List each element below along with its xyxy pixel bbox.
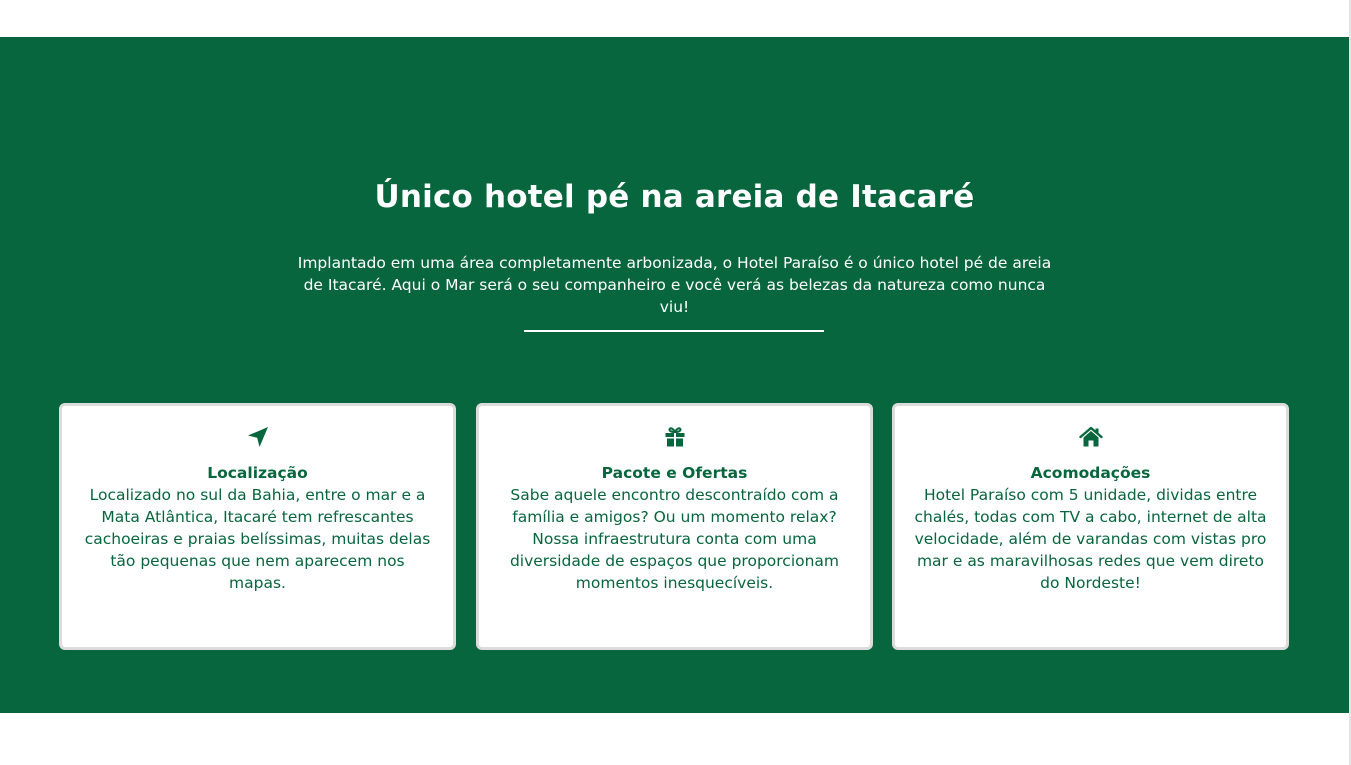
page: Único hotel pé na areia de Itacaré Impla… bbox=[0, 0, 1351, 765]
feature-card-packages: Pacote e Ofertas Sabe aquele encontro de… bbox=[476, 403, 873, 650]
feature-card-accommodations: Acomodações Hotel Paraíso com 5 unidade,… bbox=[892, 403, 1289, 650]
card-title: Localização bbox=[207, 464, 308, 482]
hotel-intro-section: Único hotel pé na areia de Itacaré Impla… bbox=[0, 37, 1349, 713]
gift-icon bbox=[479, 425, 870, 449]
section-divider bbox=[524, 330, 824, 332]
card-title: Acomodações bbox=[1030, 464, 1151, 482]
location-arrow-icon bbox=[62, 425, 453, 449]
section-description: Implantado em uma área completamente arb… bbox=[297, 254, 1052, 316]
card-title: Pacote e Ofertas bbox=[601, 464, 748, 482]
card-text: Hotel Paraíso com 5 unidade, dividas ent… bbox=[914, 486, 1267, 592]
home-icon bbox=[895, 425, 1286, 449]
section-title: Único hotel pé na areia de Itacaré bbox=[374, 179, 975, 215]
feature-card-location: Localização Localizado no sul da Bahia, … bbox=[59, 403, 456, 650]
card-text: Sabe aquele encontro descontraído com a … bbox=[509, 486, 840, 592]
card-text: Localizado no sul da Bahia, entre o mar … bbox=[84, 486, 431, 592]
